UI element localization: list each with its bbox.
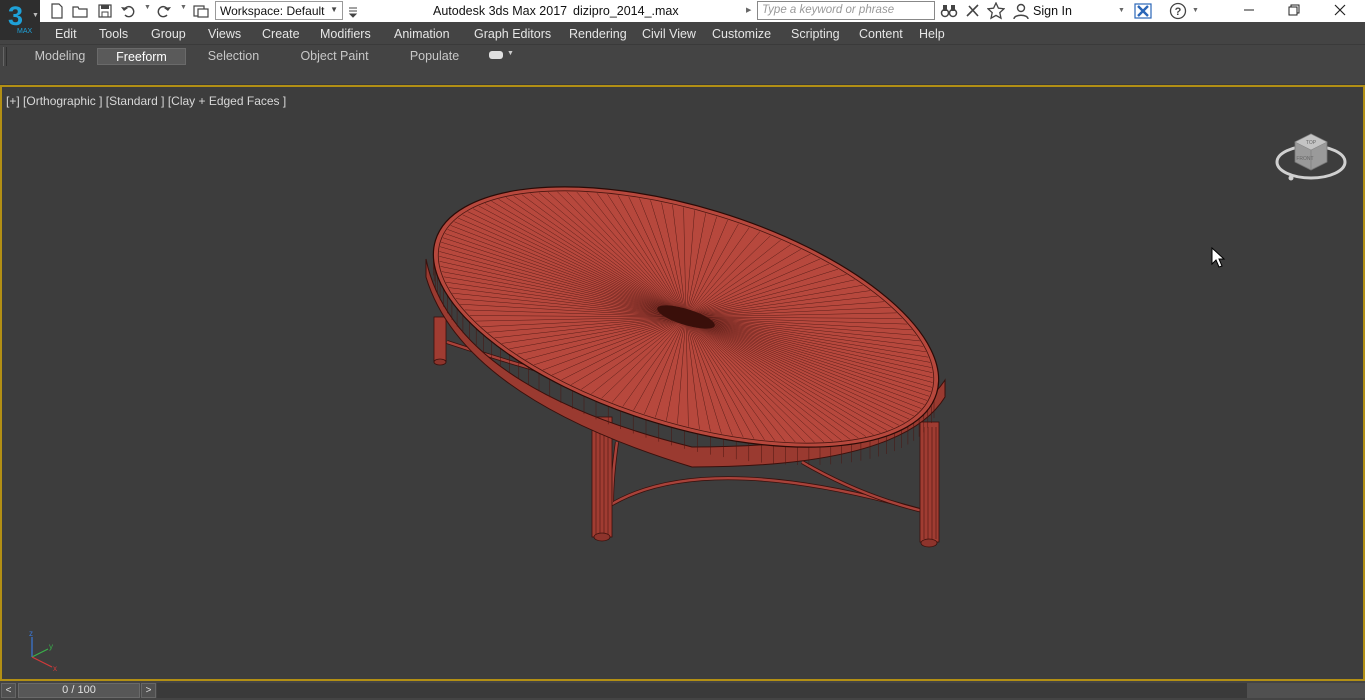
time-slider-bar: < 0 / 100 > <box>0 681 1365 700</box>
application-menu-button[interactable]: 3 MAX ▼ <box>0 0 40 40</box>
svg-text:x: x <box>53 664 57 672</box>
menu-civil-view[interactable]: Civil View <box>642 27 696 41</box>
tab-populate[interactable]: Populate <box>403 48 466 65</box>
undo-dropdown-icon[interactable]: ▼ <box>144 4 151 11</box>
binoculars-icon[interactable] <box>940 2 958 20</box>
workspace-label: Workspace: Default <box>220 4 325 18</box>
minimize-icon[interactable] <box>1227 0 1271 22</box>
communication-center-icon[interactable] <box>964 2 982 20</box>
menu-create[interactable]: Create <box>262 27 300 41</box>
viewcube-widget[interactable]: TOP FRONT <box>1275 120 1349 184</box>
menu-animation[interactable]: Animation <box>394 27 450 41</box>
close-icon[interactable] <box>1318 0 1362 22</box>
sign-in-dropdown-icon[interactable]: ▼ <box>1118 7 1125 14</box>
next-frame-button[interactable]: > <box>141 683 156 698</box>
favorites-star-icon[interactable] <box>986 1 1006 20</box>
file-name: dizipro_2014_.max <box>573 4 679 18</box>
menu-graph-editors[interactable]: Graph Editors <box>474 27 551 41</box>
help-dropdown-icon[interactable]: ▼ <box>1192 7 1199 14</box>
workspace-selector[interactable]: Workspace: Default ▼ <box>215 1 343 20</box>
restore-icon[interactable] <box>1272 0 1316 22</box>
oval-table-model[interactable] <box>2 87 1363 679</box>
time-slider[interactable]: 0 / 100 <box>18 683 140 698</box>
table-back-legs <box>433 316 447 366</box>
viewcube-front-label[interactable]: FRONT <box>1296 156 1313 162</box>
collapse-arrow-icon[interactable]: ▶ <box>746 6 751 14</box>
menu-customize[interactable]: Customize <box>712 27 771 41</box>
menu-bar: Edit Tools Group Views Create Modifiers … <box>40 22 1365 44</box>
timeline-right-panel <box>1247 683 1365 698</box>
menu-help[interactable]: Help <box>919 27 945 41</box>
save-file-icon[interactable] <box>97 3 113 19</box>
menu-tools[interactable]: Tools <box>99 27 128 41</box>
axis-tripod-icon: z y x <box>29 629 57 672</box>
svg-text:?: ? <box>1175 6 1182 18</box>
ribbon-panel-collapsed <box>0 66 1365 85</box>
menu-modifiers[interactable]: Modifiers <box>320 27 371 41</box>
tab-selection[interactable]: Selection <box>200 48 267 65</box>
autodesk-exchange-icon[interactable] <box>1134 2 1152 20</box>
menu-scripting[interactable]: Scripting <box>791 27 840 41</box>
tab-freeform[interactable]: Freeform <box>97 48 186 65</box>
perspective-viewport[interactable]: [+] [Orthographic ] [Standard ] [Clay + … <box>0 85 1365 681</box>
table-top <box>432 186 940 448</box>
customize-quick-access-icon[interactable] <box>345 3 361 19</box>
chevron-down-icon[interactable]: ▼ <box>507 50 514 57</box>
redo-dropdown-icon[interactable]: ▼ <box>180 4 187 11</box>
previous-frame-button[interactable]: < <box>1 683 16 698</box>
mouse-pointer-icon <box>1211 247 1226 268</box>
menu-group[interactable]: Group <box>151 27 186 41</box>
new-file-icon[interactable] <box>49 3 65 19</box>
svg-text:z: z <box>29 629 33 638</box>
help-icon[interactable]: ? <box>1169 2 1187 20</box>
viewcube-top-label[interactable]: TOP <box>1306 140 1317 146</box>
time-slider-track[interactable] <box>157 683 1247 698</box>
chevron-down-icon: ▼ <box>32 12 39 19</box>
tab-object-paint[interactable]: Object Paint <box>294 48 375 65</box>
ribbon-options-icon[interactable] <box>489 51 503 59</box>
menu-rendering[interactable]: Rendering <box>569 27 627 41</box>
chevron-down-icon: ▼ <box>330 5 338 14</box>
search-placeholder: Type a keyword or phrase <box>762 4 895 16</box>
menu-edit[interactable]: Edit <box>55 27 77 41</box>
open-file-icon[interactable] <box>72 3 88 19</box>
user-icon[interactable] <box>1013 2 1029 20</box>
app-title: Autodesk 3ds Max 2017 <box>433 4 568 18</box>
sign-in-link[interactable]: Sign In <box>1033 4 1072 18</box>
title-bar: 3 MAX ▼ ▼ ▼ Workspace: Default ▼ Autodes… <box>0 0 1365 40</box>
search-input[interactable]: Type a keyword or phrase <box>757 1 935 20</box>
menu-content[interactable]: Content <box>859 27 903 41</box>
project-folder-icon[interactable] <box>193 3 209 19</box>
menu-views[interactable]: Views <box>208 27 241 41</box>
svg-text:y: y <box>49 642 53 651</box>
tab-modeling[interactable]: Modeling <box>26 48 94 65</box>
undo-icon[interactable] <box>120 3 136 19</box>
ribbon-tabs: Modeling Freeform Selection Object Paint… <box>0 44 1365 85</box>
redo-icon[interactable] <box>156 3 172 19</box>
